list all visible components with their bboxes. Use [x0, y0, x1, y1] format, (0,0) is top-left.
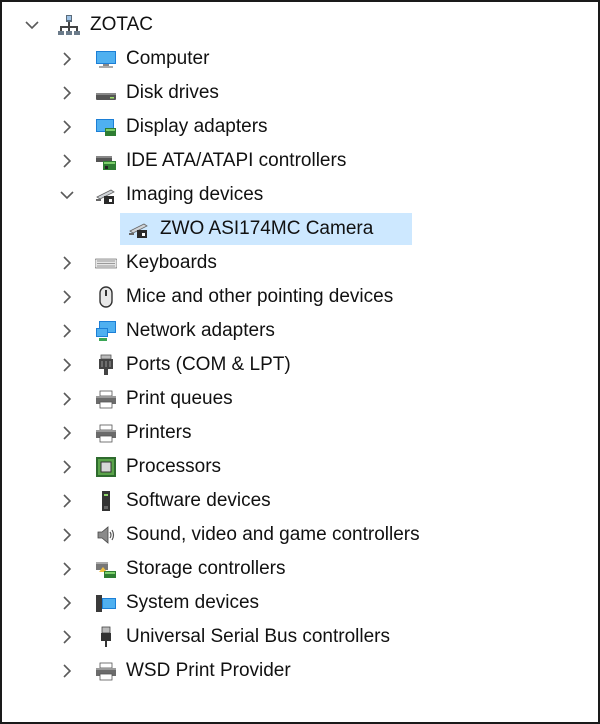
tree-item-network-adapters[interactable]: Network adapters	[2, 314, 598, 348]
mouse-icon	[95, 286, 117, 308]
tree-item-software-devices[interactable]: Software devices	[2, 484, 598, 518]
chevron-right-icon[interactable]	[57, 287, 77, 307]
chevron-down-icon[interactable]	[57, 185, 77, 205]
network-icon	[95, 320, 117, 342]
tree-item-label: Display adapters	[126, 116, 268, 137]
tree-item-ports[interactable]: Ports (COM & LPT)	[2, 348, 598, 382]
device-manager-tree-panel: ZOTAC Computer Disk drives Display adapt…	[0, 0, 600, 724]
tree-item-label: Computer	[126, 48, 210, 69]
storage-controller-icon	[95, 558, 117, 580]
tree-item-label: Ports (COM & LPT)	[126, 354, 291, 375]
tree-item-usb-controllers[interactable]: Universal Serial Bus controllers	[2, 620, 598, 654]
tree-item-label: Processors	[126, 456, 222, 477]
tree-item-imaging-devices[interactable]: Imaging devices	[2, 178, 598, 212]
tree-item-label: ZWO ASI174MC Camera	[160, 218, 374, 239]
display-adapter-icon	[95, 116, 117, 138]
printer-icon	[95, 660, 117, 682]
chevron-right-icon[interactable]	[57, 593, 77, 613]
tree-item-label: Print queues	[126, 388, 233, 409]
tree-item-system-devices[interactable]: System devices	[2, 586, 598, 620]
tree-item-display-adapters[interactable]: Display adapters	[2, 110, 598, 144]
tree-root-label: ZOTAC	[90, 14, 153, 35]
usb-icon	[95, 626, 117, 648]
chevron-right-icon[interactable]	[57, 151, 77, 171]
tree-item-label: WSD Print Provider	[126, 660, 291, 681]
ide-controller-icon	[95, 150, 117, 172]
chevron-right-icon[interactable]	[57, 49, 77, 69]
processor-icon	[95, 456, 117, 478]
chevron-right-icon[interactable]	[57, 253, 77, 273]
tree-item-storage-controllers[interactable]: Storage controllers	[2, 552, 598, 586]
tree-item-sound-controllers[interactable]: Sound, video and game controllers	[2, 518, 598, 552]
tree-item-label: Software devices	[126, 490, 271, 511]
software-device-icon	[95, 490, 117, 512]
tree-item-printers[interactable]: Printers	[2, 416, 598, 450]
tree-item-label: IDE ATA/ATAPI controllers	[126, 150, 347, 171]
tree-item-zwo-camera[interactable]: ZWO ASI174MC Camera	[2, 212, 598, 246]
chevron-right-icon[interactable]	[57, 627, 77, 647]
chevron-right-icon[interactable]	[57, 321, 77, 341]
tree-item-label: System devices	[126, 592, 260, 613]
chevron-right-icon[interactable]	[57, 117, 77, 137]
printer-icon	[95, 388, 117, 410]
tree-item-label: Disk drives	[126, 82, 219, 103]
tree-item-processors[interactable]: Processors	[2, 450, 598, 484]
tree-item-label: Storage controllers	[126, 558, 286, 579]
device-tree: ZOTAC Computer Disk drives Display adapt…	[2, 8, 598, 688]
camera-icon	[128, 218, 150, 240]
tree-item-label: Imaging devices	[126, 184, 264, 205]
chevron-right-icon[interactable]	[57, 491, 77, 511]
chevron-right-icon[interactable]	[57, 83, 77, 103]
chevron-down-icon[interactable]	[22, 15, 42, 35]
chevron-right-icon[interactable]	[57, 389, 77, 409]
tree-item-keyboards[interactable]: Keyboards	[2, 246, 598, 280]
tree-root-zotac[interactable]: ZOTAC	[2, 8, 598, 42]
tree-item-label: Keyboards	[126, 252, 217, 273]
tree-item-wsd-print-provider[interactable]: WSD Print Provider	[2, 654, 598, 688]
chevron-right-icon[interactable]	[57, 559, 77, 579]
computer-root-icon	[58, 14, 80, 36]
chevron-right-icon[interactable]	[57, 355, 77, 375]
camera-icon	[95, 184, 117, 206]
printer-icon	[95, 422, 117, 444]
tree-item-label: Mice and other pointing devices	[126, 286, 394, 307]
disk-drive-icon	[95, 82, 117, 104]
tree-item-disk-drives[interactable]: Disk drives	[2, 76, 598, 110]
tree-item-label: Sound, video and game controllers	[126, 524, 420, 545]
speaker-icon	[95, 524, 117, 546]
tree-item-print-queues[interactable]: Print queues	[2, 382, 598, 416]
port-icon	[95, 354, 117, 376]
tree-item-label: Universal Serial Bus controllers	[126, 626, 390, 647]
chevron-right-icon[interactable]	[57, 423, 77, 443]
chevron-right-icon[interactable]	[57, 661, 77, 681]
tree-item-ide-controllers[interactable]: IDE ATA/ATAPI controllers	[2, 144, 598, 178]
chevron-right-icon[interactable]	[57, 525, 77, 545]
tree-item-computer[interactable]: Computer	[2, 42, 598, 76]
system-device-icon	[95, 592, 117, 614]
tree-item-label: Network adapters	[126, 320, 275, 341]
keyboard-icon	[95, 252, 117, 274]
tree-item-mice[interactable]: Mice and other pointing devices	[2, 280, 598, 314]
tree-item-label: Printers	[126, 422, 192, 443]
monitor-icon	[95, 48, 117, 70]
chevron-right-icon[interactable]	[57, 457, 77, 477]
